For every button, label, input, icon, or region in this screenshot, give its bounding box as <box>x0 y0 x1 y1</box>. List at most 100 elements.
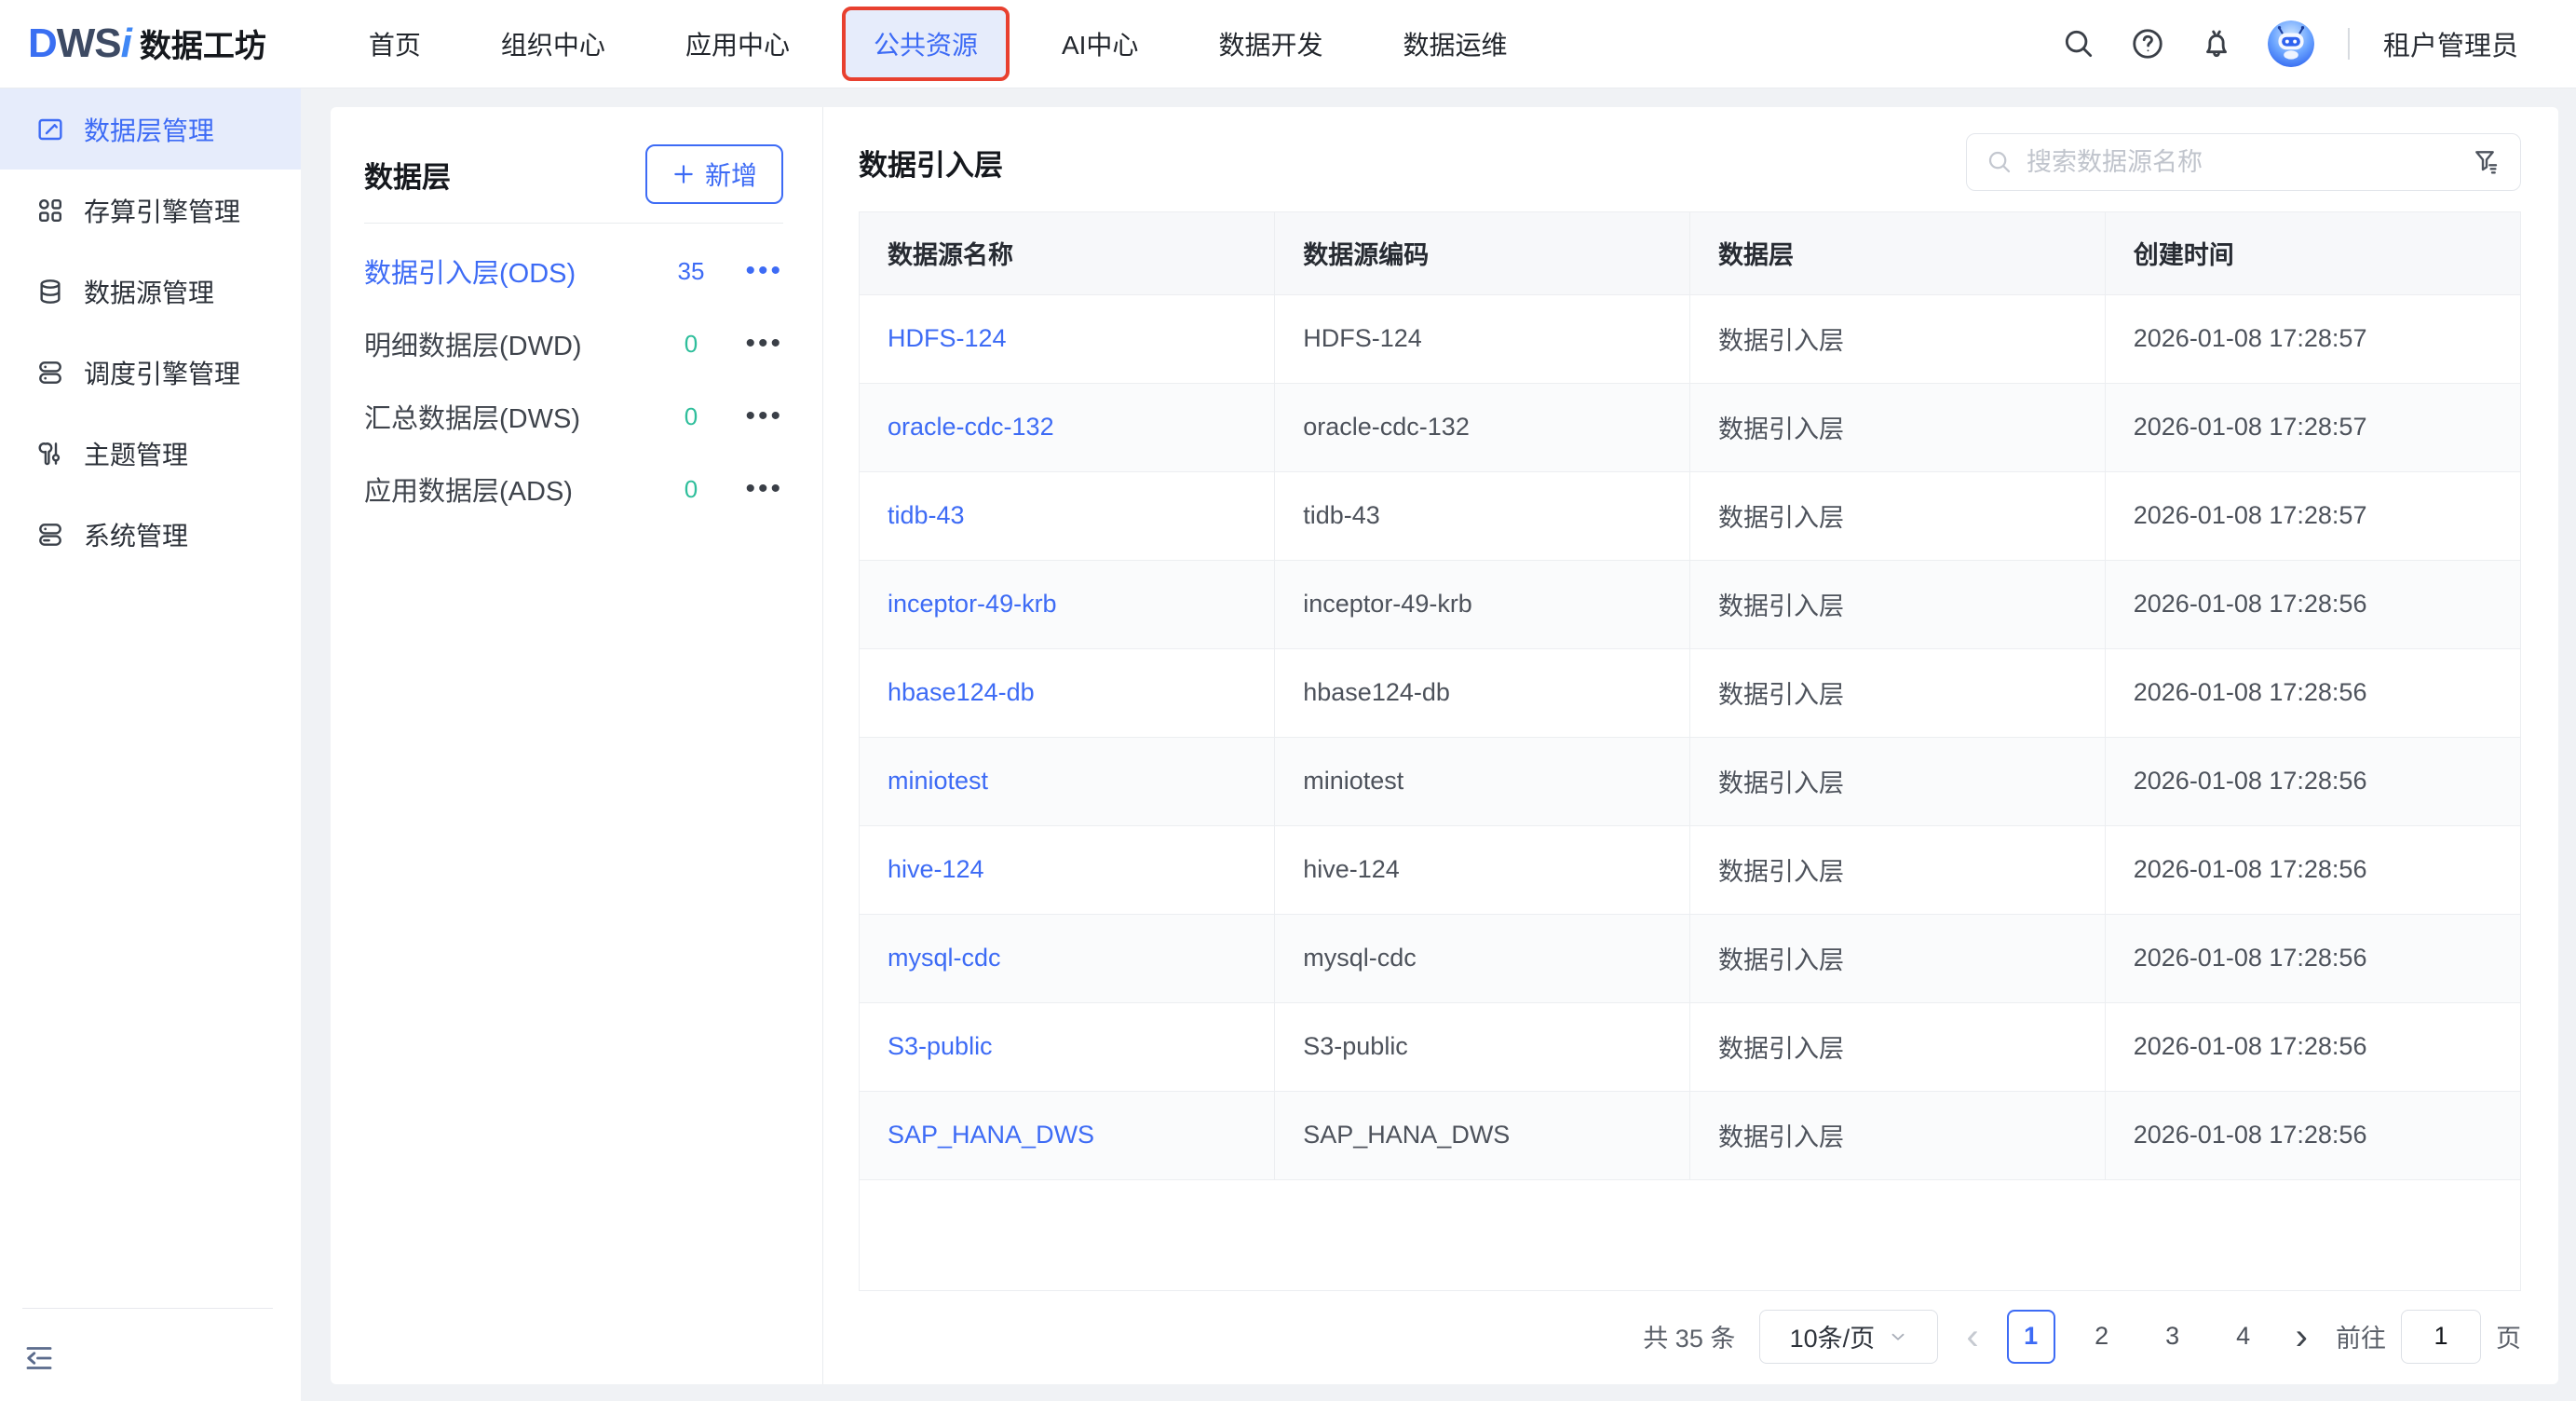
logo-letters-ws: WS <box>57 20 121 67</box>
nav-item-5[interactable]: AI中心 <box>1034 10 1166 77</box>
more-actions-icon[interactable]: ••• <box>724 262 783 280</box>
table-row: miniotestminiotest数据引入层2026-01-08 17:28:… <box>860 737 2520 825</box>
page-number-2[interactable]: 2 <box>2078 1310 2126 1364</box>
layer-item-2[interactable]: 明细数据层(DWD)0••• <box>364 307 783 380</box>
data-source-name-link[interactable]: hbase124-db <box>888 678 1035 706</box>
help-icon[interactable] <box>2130 26 2165 61</box>
created-time-cell: 2026-01-08 17:28:56 <box>2105 1091 2520 1179</box>
data-source-name-link[interactable]: hive-124 <box>888 855 984 883</box>
user-role-label[interactable]: 租户管理员 <box>2383 24 2518 63</box>
goto-page-input[interactable] <box>2401 1310 2481 1364</box>
content-card: 数据层 新增 数据引入层(ODS)35•••明细数据层(DWD)0•••汇总数据… <box>331 107 2558 1384</box>
app-logo[interactable]: D WS i 数据工坊 <box>28 20 266 67</box>
tools-icon <box>35 439 65 469</box>
created-time-cell: 2026-01-08 17:28:57 <box>2105 383 2520 471</box>
sidebar-collapse-icon[interactable] <box>22 1341 56 1375</box>
data-source-name-link[interactable]: SAP_HANA_DWS <box>888 1121 1094 1149</box>
data-source-code-cell: hive-124 <box>1275 825 1690 914</box>
more-actions-icon[interactable]: ••• <box>724 334 783 353</box>
search-icon <box>1986 148 2013 176</box>
layer-item-label: 数据引入层(ODS) <box>364 252 658 291</box>
data-layer-cell: 数据引入层 <box>1690 1091 2106 1179</box>
page-title: 数据引入层 <box>859 142 1003 184</box>
layer-item-4[interactable]: 应用数据层(ADS)0••• <box>364 453 783 525</box>
scheduler-engine-icon <box>35 358 65 388</box>
layer-item-count: 0 <box>658 402 724 431</box>
created-time-cell: 2026-01-08 17:28:57 <box>2105 294 2520 383</box>
data-layer-cell: 数据引入层 <box>1690 471 2106 560</box>
data-source-panel: 数据引入层 数据源名称数据源编码数据层创建时间 HDFS-124H <box>823 107 2558 1384</box>
nav-item-7[interactable]: 数据运维 <box>1375 10 1535 77</box>
goto-suffix-label: 页 <box>2496 1318 2521 1354</box>
data-source-code-cell: mysql-cdc <box>1275 914 1690 1002</box>
nav-item-6[interactable]: 数据开发 <box>1190 10 1350 77</box>
data-source-name-link[interactable]: oracle-cdc-132 <box>888 413 1054 441</box>
search-box[interactable] <box>1966 133 2521 191</box>
page-number-1[interactable]: 1 <box>2007 1310 2055 1364</box>
chevron-down-icon <box>1888 1326 1908 1347</box>
search-icon[interactable] <box>2061 26 2096 61</box>
data-source-code-cell: S3-public <box>1275 1002 1690 1091</box>
data-source-code-cell: hbase124-db <box>1275 648 1690 737</box>
add-layer-button[interactable]: 新增 <box>645 144 783 204</box>
next-page-icon[interactable]: › <box>2292 1318 2312 1355</box>
search-input[interactable] <box>2027 148 2472 177</box>
notification-bell-icon[interactable] <box>2199 26 2234 61</box>
page-number-4[interactable]: 4 <box>2219 1310 2268 1364</box>
sidebar-item-3[interactable]: 数据源管理 <box>0 251 301 332</box>
sidebar: 数据层管理存算引擎管理数据源管理调度引擎管理主题管理系统管理 <box>0 88 301 1401</box>
sidebar-item-5[interactable]: 主题管理 <box>0 413 301 494</box>
data-source-name-link[interactable]: miniotest <box>888 767 988 795</box>
data-source-code-cell: HDFS-124 <box>1275 294 1690 383</box>
app-root: D WS i 数据工坊 首页组织中心应用中心公共资源 AI中心数据开发数据运维 <box>0 0 2576 1401</box>
sidebar-item-label: 主题管理 <box>84 435 188 472</box>
logo-letter-d: D <box>28 20 57 67</box>
created-time-cell: 2026-01-08 17:28:56 <box>2105 737 2520 825</box>
database-icon <box>35 277 65 306</box>
table-row: oracle-cdc-132oracle-cdc-132数据引入层2026-01… <box>860 383 2520 471</box>
data-source-name-link[interactable]: tidb-43 <box>888 501 965 529</box>
data-layer-cell: 数据引入层 <box>1690 648 2106 737</box>
sidebar-item-label: 系统管理 <box>84 516 188 553</box>
filter-funnel-icon[interactable] <box>2472 147 2501 177</box>
created-time-cell: 2026-01-08 17:28:56 <box>2105 560 2520 648</box>
data-source-name-link[interactable]: inceptor-49-krb <box>888 590 1057 618</box>
sidebar-item-6[interactable]: 系统管理 <box>0 494 301 575</box>
pagination-total-label: 共 35 条 <box>1643 1318 1735 1354</box>
goto-page-group: 前往页 <box>2336 1310 2521 1364</box>
data-source-name-link[interactable]: S3-public <box>888 1032 993 1060</box>
sidebar-item-4[interactable]: 调度引擎管理 <box>0 332 301 413</box>
page-size-value: 10条/页 <box>1790 1318 1876 1354</box>
page-size-select[interactable]: 10条/页 <box>1759 1310 1938 1364</box>
layer-panel-divider <box>364 223 783 224</box>
created-time-cell: 2026-01-08 17:28:56 <box>2105 1002 2520 1091</box>
column-header-4: 创建时间 <box>2105 212 2520 294</box>
sidebar-item-1[interactable]: 数据层管理 <box>0 88 301 170</box>
table-row: tidb-43tidb-43数据引入层2026-01-08 17:28:57 <box>860 471 2520 560</box>
layer-item-count: 0 <box>658 330 724 359</box>
nav-item-1[interactable]: 首页 <box>341 10 449 77</box>
prev-page-icon[interactable]: ‹ <box>1962 1318 1982 1355</box>
data-source-name-link[interactable]: mysql-cdc <box>888 944 1001 972</box>
logo-letter-i: i <box>121 20 132 67</box>
created-time-cell: 2026-01-08 17:28:56 <box>2105 914 2520 1002</box>
layer-item-count: 0 <box>658 475 724 504</box>
topbar-actions: 租户管理员 <box>2061 20 2518 67</box>
data-source-name-link[interactable]: HDFS-124 <box>888 324 1007 352</box>
plus-icon <box>671 162 696 186</box>
data-source-code-cell: inceptor-49-krb <box>1275 560 1690 648</box>
sidebar-item-2[interactable]: 存算引擎管理 <box>0 170 301 251</box>
nav-item-2[interactable]: 组织中心 <box>473 10 633 77</box>
page-number-3[interactable]: 3 <box>2149 1310 2197 1364</box>
more-actions-icon[interactable]: ••• <box>724 407 783 426</box>
nav-item-4[interactable]: 公共资源 <box>842 7 1010 81</box>
data-layer-cell: 数据引入层 <box>1690 294 2106 383</box>
nav-item-3[interactable]: 应用中心 <box>658 10 818 77</box>
data-source-code-cell: miniotest <box>1275 737 1690 825</box>
more-actions-icon[interactable]: ••• <box>724 480 783 498</box>
layer-item-1[interactable]: 数据引入层(ODS)35••• <box>364 235 783 307</box>
user-avatar-robot[interactable] <box>2268 20 2314 67</box>
data-layer-cell: 数据引入层 <box>1690 737 2106 825</box>
layer-item-3[interactable]: 汇总数据层(DWS)0••• <box>364 380 783 453</box>
sidebar-footer <box>0 1308 301 1401</box>
